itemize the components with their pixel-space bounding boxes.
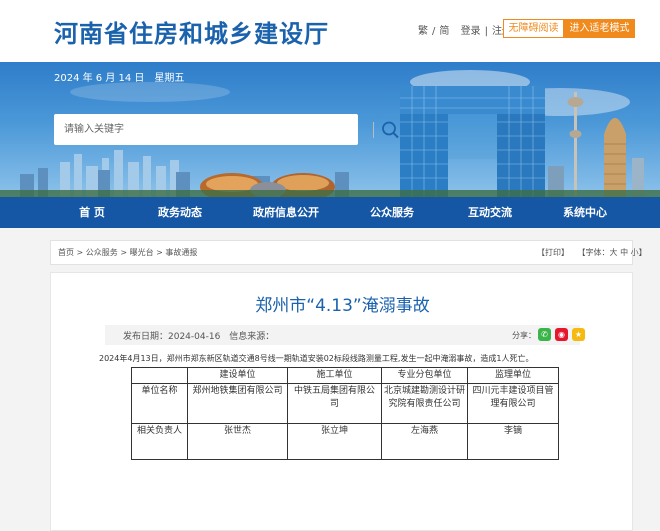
weibo-icon[interactable]: ◉ <box>555 328 568 341</box>
font-size-close: 】 <box>638 248 647 257</box>
search-box <box>54 114 399 145</box>
table-cell: 郑州地铁集团有限公司 <box>187 383 288 424</box>
login-link[interactable]: 登录 <box>461 26 481 37</box>
table-cell: 相关负责人 <box>131 423 188 460</box>
nav-item-home[interactable]: 首 页 <box>62 197 122 228</box>
elder-mode-button[interactable]: 进入适老模式 <box>564 19 635 38</box>
table-cell: 张世杰 <box>187 423 288 460</box>
table-header-cell: 施工单位 <box>287 367 382 384</box>
breadcrumb-sep: > <box>120 248 128 257</box>
share-label: 分享： <box>512 331 536 340</box>
font-medium-button[interactable]: 中 <box>620 248 628 257</box>
main-nav: 首 页 政务动态 政府信息公开 公众服务 互动交流 系统中心 <box>0 197 660 228</box>
site-header: 河南省住房和城乡建设厅 繁 / 简 登录 | 注册 无障碍阅读 进入适老模式 <box>0 0 660 62</box>
table-header-row: 建设单位 施工单位 专业分包单位 监理单位 <box>131 367 559 384</box>
breadcrumb-public-service[interactable]: 公众服务 <box>86 248 118 257</box>
article-paragraph: 2024年4月13日，郑州市郑东新区轨道交通8号线一期轨道安装02标段线路测量工… <box>99 354 534 363</box>
accident-info-table: 建设单位 施工单位 专业分包单位 监理单位 单位名称 郑州地铁集团有限公司 中铁… <box>131 367 559 460</box>
breadcrumb-home[interactable]: 首页 <box>58 248 74 257</box>
page-tools: 【打印】 【字体：大 中 小】 <box>537 247 647 258</box>
table-cell: 左海燕 <box>381 423 468 460</box>
article-meta-bar: 发布日期：2024-04-16 信息来源： 分享： ✆ ◉ ★ <box>105 325 585 345</box>
search-icon[interactable] <box>380 120 402 140</box>
breadcrumb-exposure[interactable]: 曝光台 <box>130 248 154 257</box>
print-button[interactable]: 【打印】 <box>537 248 569 257</box>
lang-simplified-link[interactable]: 简 <box>439 26 449 37</box>
font-size-label: 【字体： <box>577 248 610 257</box>
barrier-free-button[interactable]: 无障碍阅读 <box>503 19 564 38</box>
table-cell: 北京城建勘测设计研究院有限责任公司 <box>381 383 468 424</box>
article-panel: 郑州市“4.13”淹溺事故 发布日期：2024-04-16 信息来源： 分享： … <box>50 272 633 531</box>
nav-item-system[interactable]: 系统中心 <box>555 197 615 228</box>
nav-item-news[interactable]: 政务动态 <box>150 197 210 228</box>
search-input[interactable] <box>64 120 314 139</box>
table-cell: 单位名称 <box>131 383 188 424</box>
table-header-cell: 专业分包单位 <box>381 367 468 384</box>
font-large-button[interactable]: 大 <box>610 248 618 257</box>
banner: 2024 年 6 月 14 日 星期五 <box>0 62 660 197</box>
font-small-button[interactable]: 小 <box>631 248 639 257</box>
breadcrumb: 首页 > 公众服务 > 曝光台 > 事故通报 <box>58 247 197 258</box>
table-cell: 李镝 <box>467 423 559 460</box>
search-divider <box>373 122 374 138</box>
table-cell: 四川元丰建设项目管理有限公司 <box>467 383 559 424</box>
nav-item-public-service[interactable]: 公众服务 <box>362 197 422 228</box>
lang-separator: / <box>432 26 436 37</box>
table-row: 单位名称 郑州地铁集团有限公司 中铁五局集团有限公司 北京城建勘测设计研究院有限… <box>131 383 559 424</box>
publish-info: 发布日期：2024-04-16 信息来源： <box>123 332 275 342</box>
breadcrumb-bar: 首页 > 公众服务 > 曝光台 > 事故通报 【打印】 【字体：大 中 小】 <box>50 240 647 265</box>
table-cell: 中铁五局集团有限公司 <box>287 383 382 424</box>
breadcrumb-accident-notice[interactable]: 事故通报 <box>165 248 197 257</box>
link-separator: | <box>484 26 488 37</box>
site-title[interactable]: 河南省住房和城乡建设厅 <box>54 14 329 49</box>
current-date: 2024 年 6 月 14 日 星期五 <box>54 73 185 84</box>
top-links: 繁 / 简 登录 | 注册 <box>416 22 514 37</box>
breadcrumb-sep: > <box>76 248 84 257</box>
breadcrumb-sep: > <box>156 248 163 257</box>
table-header-cell <box>131 367 188 384</box>
nav-item-interaction[interactable]: 互动交流 <box>460 197 520 228</box>
table-cell: 张立坤 <box>287 423 382 460</box>
table-header-cell: 建设单位 <box>187 367 288 384</box>
qzone-icon[interactable]: ★ <box>572 328 585 341</box>
article-title: 郑州市“4.13”淹溺事故 <box>255 296 430 316</box>
nav-item-disclosure[interactable]: 政府信息公开 <box>246 197 326 228</box>
table-row: 相关负责人 张世杰 张立坤 左海燕 李镝 <box>131 423 559 460</box>
lang-traditional-link[interactable]: 繁 <box>418 26 428 37</box>
wechat-icon[interactable]: ✆ <box>538 328 551 341</box>
table-header-cell: 监理单位 <box>467 367 559 384</box>
